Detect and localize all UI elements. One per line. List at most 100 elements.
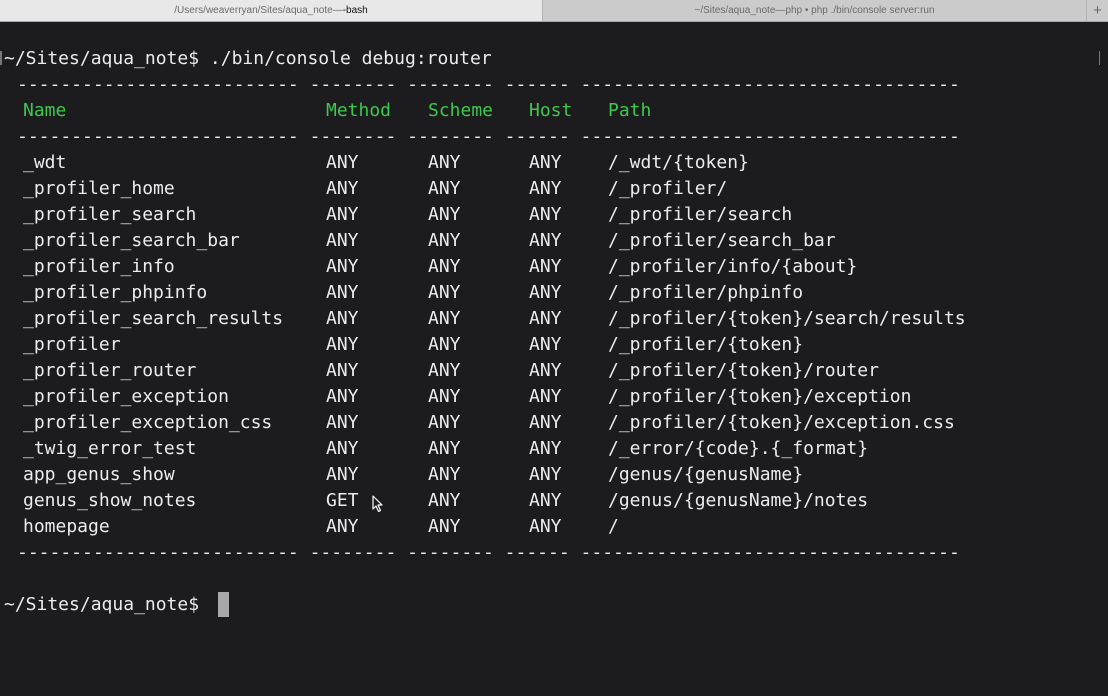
tab-bash-sep: —: [332, 5, 343, 16]
prompt-line: ~/Sites/aqua_note$: [4, 592, 199, 618]
terminal-tab-bar: /Users/weaverryan/Sites/aqua_note — -bas…: [0, 0, 1108, 22]
route-scheme: ANY: [428, 178, 461, 199]
route-path: /_profiler/{token}/exception.css: [608, 412, 955, 433]
route-method: ANY: [326, 464, 359, 485]
route-name: _profiler_search_bar: [23, 230, 240, 251]
table-row: _profiler_router ANY ANY ANY /_profiler/…: [0, 358, 1108, 384]
scroll-marker: [1099, 51, 1100, 65]
table-header-row: Name Method Scheme Host Path: [0, 98, 1108, 124]
header-path: Path: [608, 100, 652, 121]
table-row: app_genus_show ANY ANY ANY /genus/{genus…: [0, 462, 1108, 488]
route-method: ANY: [326, 516, 359, 537]
command-line: ~/Sites/aqua_note$ ./bin/console debug:r…: [4, 46, 492, 72]
table-row: _profiler_phpinfo ANY ANY ANY /_profiler…: [0, 280, 1108, 306]
tab-bash-path: /Users/weaverryan/Sites/aqua_note: [174, 5, 333, 16]
route-host: ANY: [529, 178, 562, 199]
left-edge-marker: [0, 51, 2, 65]
tab-server-run[interactable]: ~/Sites/aqua_note — php • php ./bin/cons…: [543, 0, 1088, 21]
route-name: _profiler_router: [23, 360, 197, 381]
route-scheme: ANY: [428, 230, 461, 251]
route-name: _profiler_search: [23, 204, 197, 225]
table-row: genus_show_notes GET ANY ANY /genus/{gen…: [0, 488, 1108, 514]
route-scheme: ANY: [428, 516, 461, 537]
terminal-output[interactable]: ~/Sites/aqua_note$ ./bin/console debug:r…: [0, 22, 1108, 624]
route-scheme: ANY: [428, 334, 461, 355]
route-host: ANY: [529, 438, 562, 459]
route-method: ANY: [326, 282, 359, 303]
tab-bash-command: -bash: [342, 5, 368, 16]
route-scheme: ANY: [428, 256, 461, 277]
table-row: _profiler_search ANY ANY ANY /_profiler/…: [0, 202, 1108, 228]
route-name: _twig_error_test: [23, 438, 197, 459]
route-host: ANY: [529, 256, 562, 277]
route-method: ANY: [326, 178, 359, 199]
route-name: homepage: [23, 516, 110, 537]
table-separator-top: -------------------------- -------- ----…: [17, 74, 960, 95]
route-method: ANY: [326, 360, 359, 381]
route-name: genus_show_notes: [23, 490, 197, 511]
route-method: ANY: [326, 204, 359, 225]
tab-server-path: ~/Sites/aqua_note: [694, 5, 776, 16]
tab-bash[interactable]: /Users/weaverryan/Sites/aqua_note — -bas…: [0, 0, 544, 21]
table-separator-header: -------------------------- -------- ----…: [17, 126, 960, 147]
table-separator-bottom: -------------------------- -------- ----…: [17, 542, 960, 563]
route-host: ANY: [529, 412, 562, 433]
route-path: /_profiler/{token}/exception: [608, 386, 912, 407]
table-row: _profiler_search_results ANY ANY ANY /_p…: [0, 306, 1108, 332]
route-scheme: ANY: [428, 152, 461, 173]
table-row: _profiler_exception ANY ANY ANY /_profil…: [0, 384, 1108, 410]
route-path: /: [608, 516, 619, 537]
route-scheme: ANY: [428, 386, 461, 407]
header-scheme: Scheme: [428, 100, 494, 121]
text-cursor: [218, 592, 229, 617]
route-method: ANY: [326, 412, 359, 433]
route-name: app_genus_show: [23, 464, 175, 485]
prompt: ~/Sites/aqua_note$: [4, 48, 200, 69]
route-path: /_profiler/search: [608, 204, 793, 225]
route-scheme: ANY: [428, 438, 461, 459]
route-scheme: ANY: [428, 204, 461, 225]
route-scheme: ANY: [428, 464, 461, 485]
route-path: /_profiler/phpinfo: [608, 282, 804, 303]
route-path: /_profiler/{token}/search/results: [608, 308, 966, 329]
new-tab-button[interactable]: +: [1087, 0, 1108, 21]
route-path: /_wdt/{token}: [608, 152, 749, 173]
route-method: ANY: [326, 256, 359, 277]
route-path: /_profiler/{token}/router: [608, 360, 879, 381]
route-method: ANY: [326, 152, 359, 173]
route-host: ANY: [529, 386, 562, 407]
route-host: ANY: [529, 230, 562, 251]
route-name: _profiler_exception_css: [23, 412, 273, 433]
table-row: _twig_error_test ANY ANY ANY /_error/{co…: [0, 436, 1108, 462]
table-row: _profiler ANY ANY ANY /_profiler/{token}: [0, 332, 1108, 358]
route-method: ANY: [326, 334, 359, 355]
route-path: /genus/{genusName}/notes: [608, 490, 869, 511]
prompt: ~/Sites/aqua_note$: [4, 594, 200, 615]
route-path: /_profiler/: [608, 178, 728, 199]
route-name: _profiler_info: [23, 256, 175, 277]
route-name: _profiler_phpinfo: [23, 282, 208, 303]
route-scheme: ANY: [428, 282, 461, 303]
route-host: ANY: [529, 490, 562, 511]
route-method: ANY: [326, 386, 359, 407]
route-host: ANY: [529, 204, 562, 225]
table-row: _profiler_home ANY ANY ANY /_profiler/: [0, 176, 1108, 202]
route-scheme: ANY: [428, 490, 461, 511]
header-method: Method: [326, 100, 392, 121]
table-row: _profiler_search_bar ANY ANY ANY /_profi…: [0, 228, 1108, 254]
route-host: ANY: [529, 282, 562, 303]
route-path: /genus/{genusName}: [608, 464, 804, 485]
route-method: ANY: [326, 308, 359, 329]
route-name: _wdt: [23, 152, 67, 173]
route-host: ANY: [529, 334, 562, 355]
route-host: ANY: [529, 360, 562, 381]
tab-server-sep: —: [775, 5, 786, 16]
route-host: ANY: [529, 308, 562, 329]
route-method: ANY: [326, 438, 359, 459]
route-path: /_error/{code}.{_format}: [608, 438, 869, 459]
route-path: /_profiler/search_bar: [608, 230, 836, 251]
route-scheme: ANY: [428, 360, 461, 381]
route-scheme: ANY: [428, 308, 461, 329]
route-name: _profiler_search_results: [23, 308, 284, 329]
route-name: _profiler_exception: [23, 386, 229, 407]
